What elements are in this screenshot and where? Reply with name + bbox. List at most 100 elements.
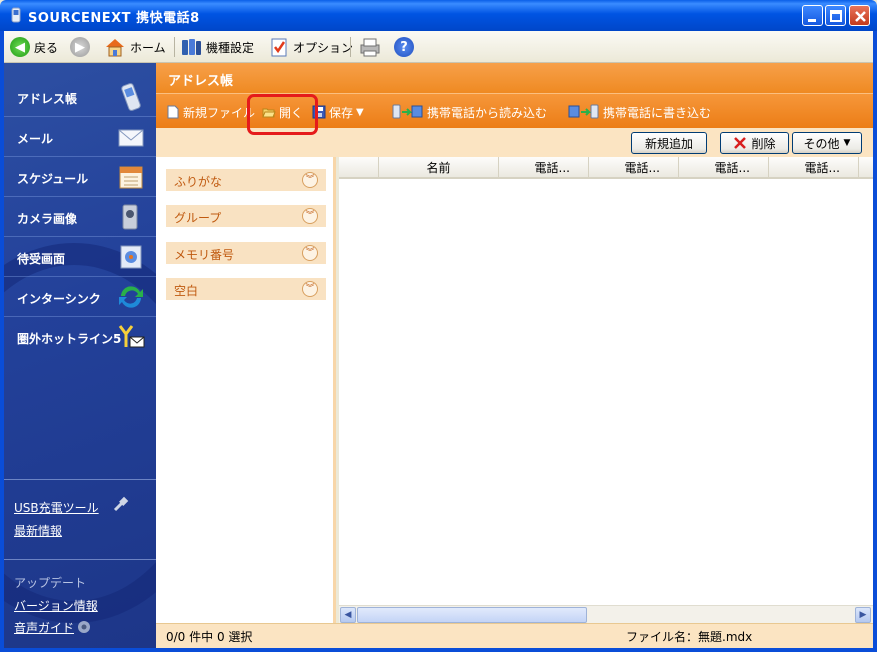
sidebar-item-schedule[interactable]: スケジュール (4, 157, 156, 197)
home-button[interactable]: ホーム (104, 36, 166, 58)
new-file-button[interactable]: 新規ファイル (166, 103, 255, 121)
latest-info-link[interactable]: 最新情報 (14, 522, 62, 539)
phone-to-pc-icon (392, 104, 423, 119)
options-label: オプション (293, 40, 354, 55)
update-heading: アップデート (14, 576, 87, 590)
voice-guide-link[interactable]: 音声ガイド (14, 619, 74, 636)
window-title: SOURCENEXT 携快電話8 (28, 11, 200, 26)
arrow-right-icon: ▶ (70, 37, 90, 57)
sidebar-item-intersync[interactable]: インターシンク (4, 277, 156, 317)
toolbar: ◀ 戻る ▶ ホーム 機種設定 オプション ? (4, 31, 873, 63)
camera-icon (122, 204, 138, 230)
sidebar-divider (4, 559, 156, 560)
home-icon (106, 39, 124, 57)
page-title: アドレス帳 (168, 74, 234, 89)
filter-blank[interactable]: 空白 ︾ (166, 278, 326, 300)
home-label: ホーム (130, 40, 166, 55)
usb-plug-icon (113, 496, 129, 512)
sidebar-item-label: メール (17, 132, 54, 146)
title-bar[interactable]: SOURCENEXT 携快電話8 (0, 0, 877, 31)
other-menu-button[interactable]: その他 ▼ (792, 132, 862, 154)
window-frame-right (873, 31, 877, 652)
phone-app-icon (11, 7, 21, 23)
sidebar-item-address-book[interactable]: アドレス帳 (4, 77, 156, 117)
add-new-button[interactable]: 新規追加 (631, 132, 707, 154)
sidebar-item-label: インターシンク (17, 292, 101, 306)
chevron-down-icon: ︾ (302, 281, 318, 297)
table-header: 名前 電話... 電話... 電話... 電話... (339, 157, 873, 179)
calendar-icon (119, 166, 143, 189)
options-button[interactable]: オプション (269, 36, 353, 58)
chevron-down-icon: ︾ (302, 172, 318, 188)
sidebar-item-hotline[interactable]: 圏外ホットライン5 (4, 317, 156, 357)
chevron-down-icon: ︾ (302, 245, 318, 261)
sidebar-item-label: 待受画面 (17, 252, 66, 266)
sidebar-divider (4, 479, 156, 480)
wallpaper-icon (120, 245, 142, 269)
maximize-button[interactable] (825, 5, 846, 26)
scroll-right-button[interactable]: ▶ (855, 607, 871, 623)
antenna-mail-icon (118, 325, 145, 348)
sidebar-item-label: 圏外ホットライン5 (17, 332, 122, 346)
help-icon: ? (394, 37, 414, 57)
column-header-phone[interactable]: 電話... (589, 157, 679, 179)
sidebar-item-label: アドレス帳 (17, 92, 78, 106)
horizontal-scrollbar[interactable]: ◀ ▶ (339, 605, 873, 623)
sidebar-item-label: カメラ画像 (17, 212, 78, 226)
scroll-left-button[interactable]: ◀ (340, 607, 356, 623)
column-header-name[interactable]: 名前 (379, 157, 499, 179)
sort-filter-panel: ふりがな ︾ グループ ︾ メモリ番号 ︾ 空白 ︾ (156, 157, 336, 623)
close-button[interactable] (849, 5, 870, 26)
write-to-phone-button[interactable]: 携帯電話に書き込む (568, 103, 711, 121)
usb-charge-tool-link[interactable]: USB充電ツール (14, 499, 99, 516)
chevron-down-icon: ︾ (302, 208, 318, 224)
filter-furigana[interactable]: ふりがな ︾ (166, 169, 326, 191)
filter-group[interactable]: グループ ︾ (166, 205, 326, 227)
file-name: ファイル名：無題.mdx (626, 630, 753, 644)
speaker-icon (78, 621, 90, 633)
read-from-phone-label: 携帯電話から読み込む (427, 105, 548, 120)
minimize-button[interactable] (802, 5, 823, 26)
delete-x-icon (734, 137, 747, 149)
phone-icon (121, 83, 141, 111)
envelope-icon (118, 129, 144, 147)
filter-label: ふりがな (174, 175, 223, 189)
model-settings-button[interactable]: 機種設定 (180, 36, 254, 58)
sidebar-item-camera-images[interactable]: カメラ画像 (4, 197, 156, 237)
new-file-icon (167, 105, 179, 119)
sidebar-item-mail[interactable]: メール (4, 117, 156, 157)
minimize-icon (808, 19, 816, 22)
delete-button[interactable]: 削除 (720, 132, 789, 154)
column-header-phone[interactable]: 電話... (499, 157, 589, 179)
toolbar-separator (174, 37, 175, 57)
section-header: アドレス帳 (156, 63, 873, 93)
version-info-link[interactable]: バージョン情報 (14, 597, 98, 614)
dropdown-arrow-icon: ▼ (356, 106, 364, 118)
save-button[interactable]: 保存 ▼ (312, 103, 364, 121)
write-to-phone-label: 携帯電話に書き込む (603, 105, 712, 120)
help-button[interactable]: ? (394, 36, 414, 58)
close-icon (855, 11, 866, 22)
column-header-phone[interactable]: 電話... (769, 157, 859, 179)
scrollbar-thumb[interactable] (357, 607, 587, 623)
status-bar: 0/0 件中 0 選択 ファイル名：無題.mdx (156, 623, 873, 648)
delete-label: 削除 (751, 136, 776, 151)
back-button[interactable]: ◀ 戻る (10, 36, 58, 58)
usb-charge-tool-label: USB充電ツール (14, 501, 99, 515)
filter-memory-number[interactable]: メモリ番号 ︾ (166, 242, 326, 264)
model-settings-label: 機種設定 (206, 40, 255, 55)
filter-label: グループ (174, 211, 222, 225)
sidebar-item-label: スケジュール (17, 172, 89, 186)
arrow-left-icon: ◀ (10, 37, 30, 57)
read-from-phone-button[interactable]: 携帯電話から読み込む (392, 103, 547, 121)
save-label: 保存 (329, 105, 354, 120)
add-new-label: 新規追加 (644, 136, 693, 151)
column-header-icon[interactable] (339, 157, 379, 179)
latest-info-label: 最新情報 (14, 524, 63, 538)
print-button[interactable] (358, 36, 382, 58)
filter-label: 空白 (174, 284, 199, 298)
forward-button[interactable]: ▶ (70, 36, 90, 58)
sidebar-item-wallpaper[interactable]: 待受画面 (4, 237, 156, 277)
selection-count: 0/0 件中 0 選択 (166, 630, 253, 644)
column-header-phone[interactable]: 電話... (679, 157, 769, 179)
